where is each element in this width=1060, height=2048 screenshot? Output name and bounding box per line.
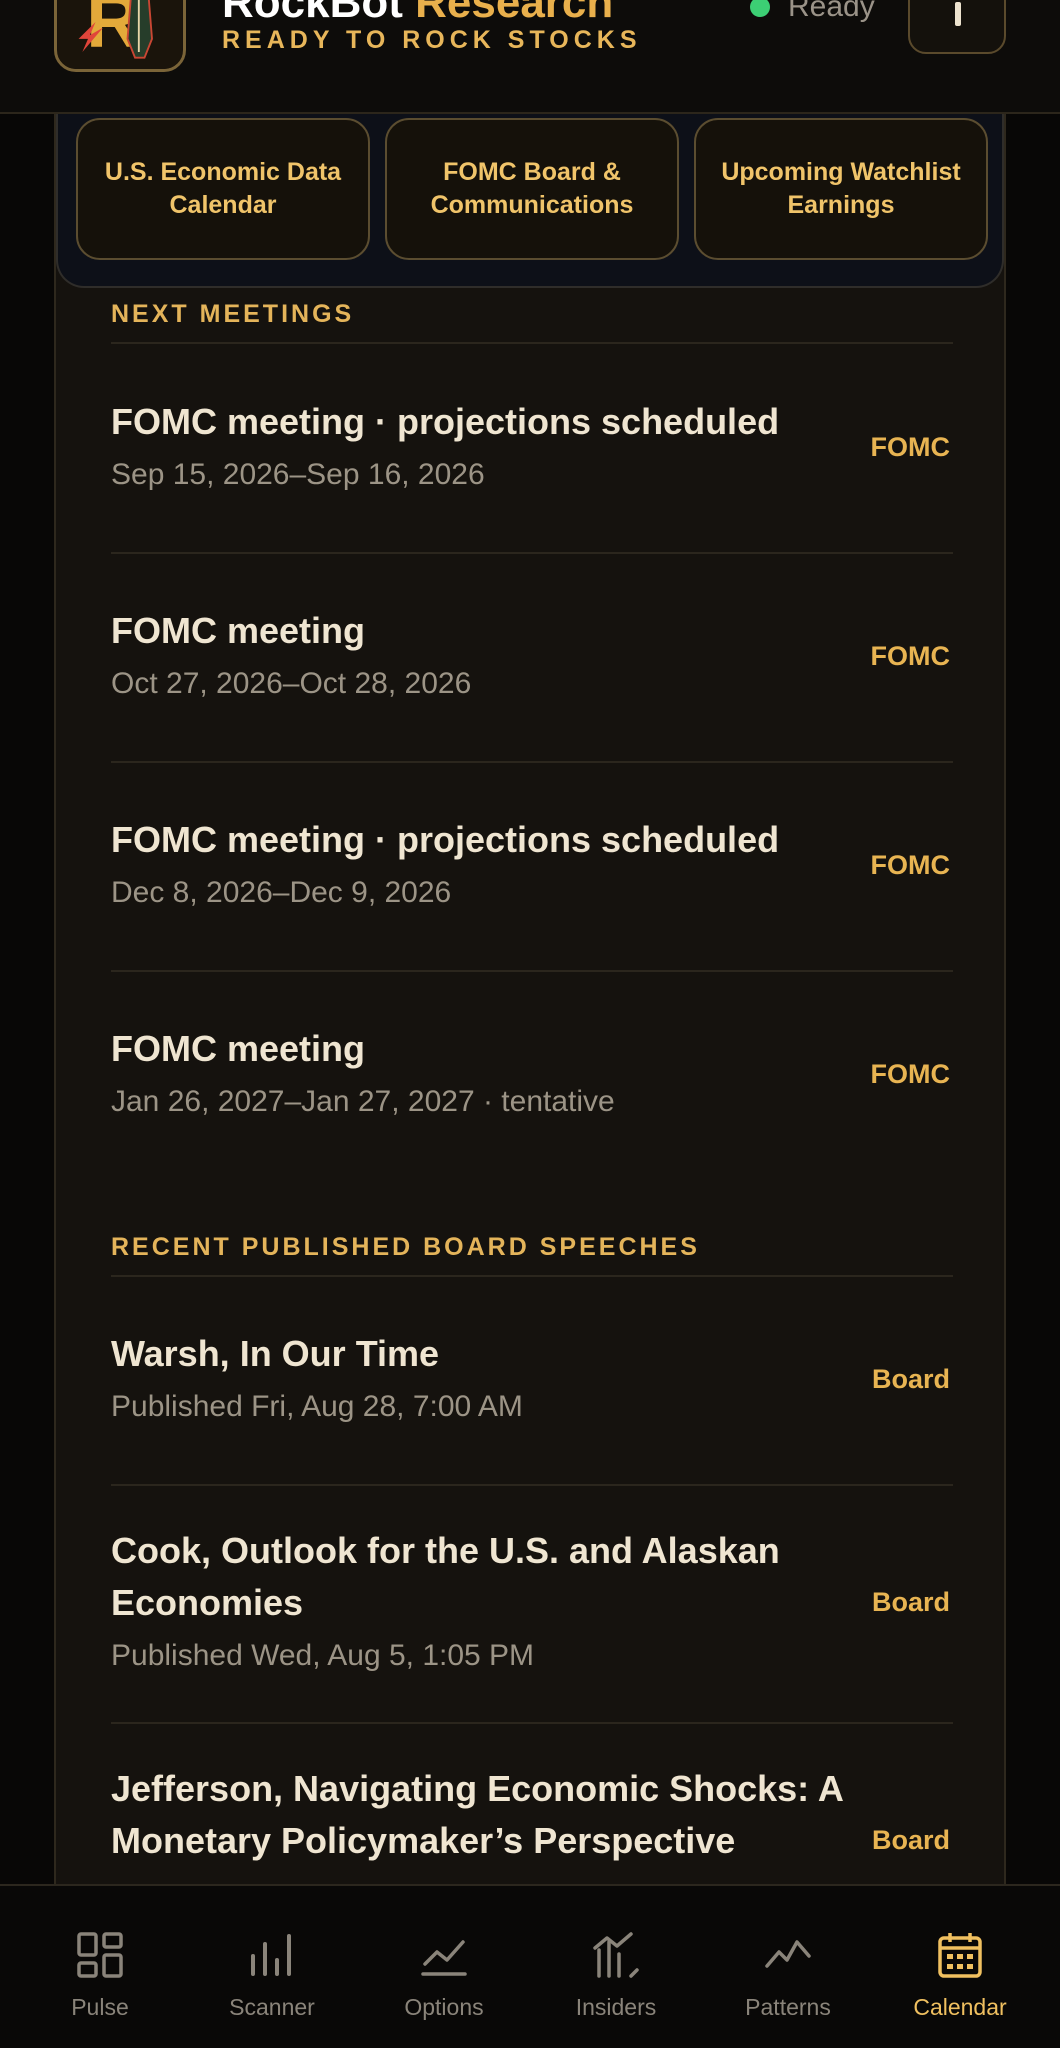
status-text: Ready	[788, 0, 875, 23]
next-meetings-heading: NEXT MEETINGS	[111, 300, 355, 328]
tab-watchlist-earnings[interactable]: Upcoming Watchlist Earnings	[694, 118, 988, 260]
meeting-title: FOMC meeting	[111, 610, 366, 651]
nav-item-insiders[interactable]: Insiders	[530, 1886, 702, 2048]
speech-published: Published Fri, Aug 28, 7:00 AM	[111, 1390, 523, 1423]
nav-label: Pulse	[71, 1994, 129, 2020]
pulse-icon	[77, 1932, 123, 1978]
meeting-badge: FOMC	[870, 1059, 950, 1089]
nav-item-patterns[interactable]: Patterns	[702, 1886, 874, 2048]
divider	[111, 342, 953, 344]
meeting-title: FOMC meeting · projections scheduled	[111, 819, 780, 860]
brand-title-main: RockBot	[222, 0, 403, 27]
nav-item-options[interactable]: Options	[358, 1886, 530, 2048]
nav-item-pulse[interactable]: Pulse	[14, 1886, 186, 2048]
speech-title: Cook, Outlook for the U.S. and Alaskan E…	[111, 1530, 780, 1623]
divider	[111, 552, 953, 554]
tab-fomc-board-communications[interactable]: FOMC Board & Communications	[385, 118, 679, 260]
divider	[111, 970, 953, 972]
bottom-nav: Pulse Scanner Options Insiders Patterns …	[0, 1884, 1060, 2048]
calendar-panel: U.S. Economic Data Calendar FOMC Board &…	[54, 114, 1006, 1884]
nav-label: Insiders	[575, 1994, 657, 2020]
meeting-title: FOMC meeting	[111, 1028, 366, 1069]
options-icon	[421, 1940, 467, 1976]
nav-label: Calendar	[913, 1994, 1007, 2020]
speech-badge: Board	[871, 1364, 950, 1394]
divider	[111, 1275, 953, 1277]
brand-tagline: READY TO ROCK STOCKS	[222, 26, 642, 54]
meeting-date: Jan 26, 2027–Jan 27, 2027 · tentative	[111, 1085, 615, 1118]
meeting-date: Oct 27, 2026–Oct 28, 2026	[111, 667, 472, 700]
menu-icon	[955, 2, 961, 26]
status-dot-icon	[750, 0, 770, 17]
calendar-tabs: U.S. Economic Data Calendar FOMC Board &…	[56, 114, 1004, 288]
status-indicator: Ready	[750, 0, 875, 24]
app-logo[interactable]: R	[54, 0, 186, 72]
meeting-badge: FOMC	[870, 641, 950, 671]
nav-item-scanner[interactable]: Scanner	[186, 1886, 358, 2048]
scanner-icon	[251, 1934, 291, 1976]
meeting-title: FOMC meeting · projections scheduled	[111, 401, 780, 442]
nav-label: Scanner	[229, 1994, 315, 2020]
board-speeches-heading: RECENT PUBLISHED BOARD SPEECHES	[111, 1233, 700, 1261]
left-gutter	[0, 114, 54, 1884]
speech-badge: Board	[871, 1587, 950, 1617]
speech-title: Warsh, In Our Time	[111, 1333, 440, 1374]
speech-badge: Board	[871, 1825, 950, 1855]
brand-title: RockBot Research	[222, 0, 613, 28]
nav-label: Patterns	[745, 1994, 831, 2020]
brand-title-accent: Research	[415, 0, 614, 27]
right-gutter	[1006, 114, 1060, 1884]
menu-button[interactable]	[908, 0, 1006, 54]
meeting-date: Sep 15, 2026–Sep 16, 2026	[111, 458, 485, 491]
speech-title: Jefferson, Navigating Economic Shocks: A…	[111, 1768, 843, 1861]
divider	[111, 1484, 953, 1486]
guitar-logo-icon: R	[57, 0, 183, 69]
tab-economic-data-calendar[interactable]: U.S. Economic Data Calendar	[76, 118, 370, 260]
calendar-icon	[938, 1933, 982, 1978]
meeting-badge: FOMC	[870, 850, 950, 880]
nav-item-calendar[interactable]: Calendar	[874, 1886, 1046, 2048]
divider	[111, 1722, 953, 1724]
speech-published: Published Wed, Aug 5, 1:05 PM	[111, 1639, 535, 1672]
meeting-badge: FOMC	[870, 432, 950, 462]
meeting-date: Dec 8, 2026–Dec 9, 2026	[111, 876, 452, 909]
nav-label: Options	[404, 1994, 484, 2020]
insiders-icon	[593, 1932, 639, 1978]
divider	[111, 761, 953, 763]
patterns-icon	[765, 1940, 811, 1968]
app-header: R RockBot Research READY TO ROCK STOCKS …	[0, 0, 1060, 114]
